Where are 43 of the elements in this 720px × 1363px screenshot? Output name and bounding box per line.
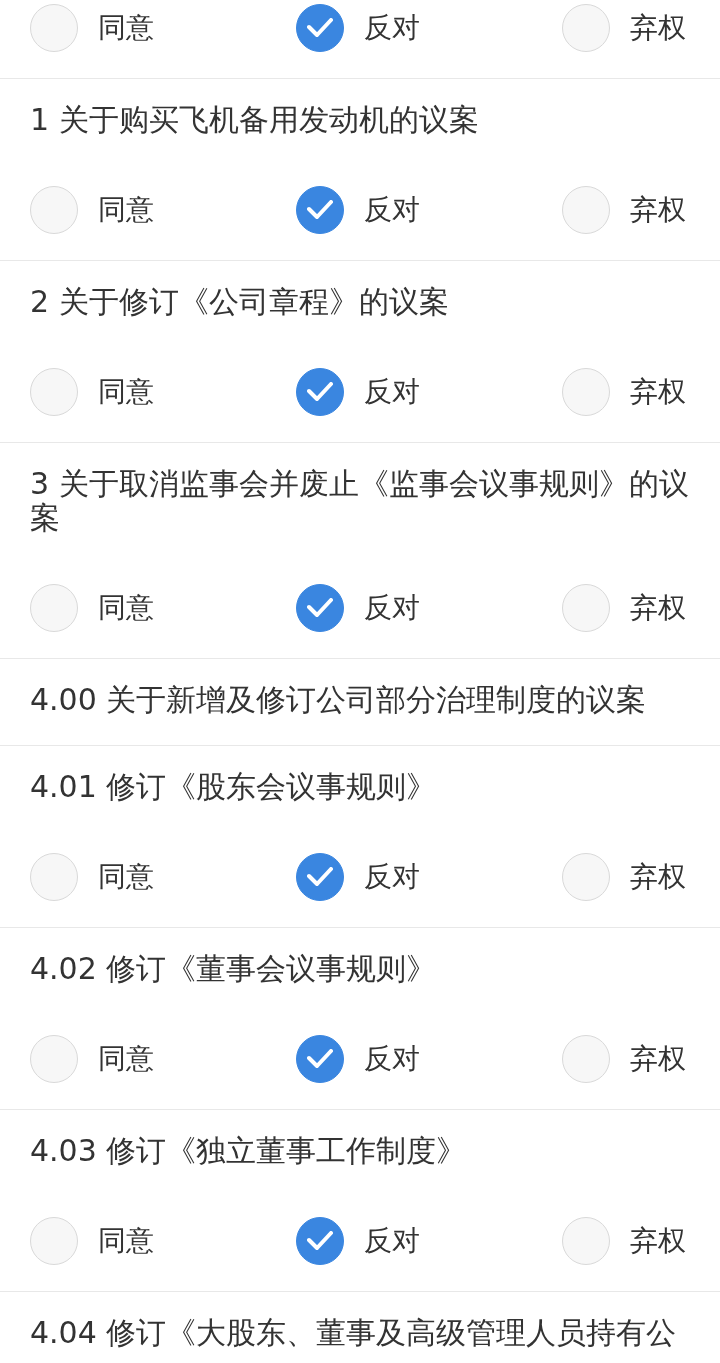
check-icon <box>307 867 333 887</box>
option-label[interactable]: 反对 <box>364 375 420 409</box>
motion-title: 4.03 修订《独立董事工作制度》 <box>29 1132 468 1170</box>
option-label[interactable]: 反对 <box>364 591 420 625</box>
motion-title: 3 关于取消监事会并废止《监事会议事规则》的议案 <box>29 465 690 537</box>
motion-title: 4.04 修订《大股东、董事及高级管理人员持有公 <box>29 1314 678 1352</box>
option-label[interactable]: 反对 <box>364 1224 420 1258</box>
option-label[interactable]: 反对 <box>364 1042 420 1076</box>
motion-title: 4.00 关于新增及修订公司部分治理制度的议案 <box>29 681 648 719</box>
option-label[interactable]: 同意 <box>98 860 154 894</box>
option-label[interactable]: 反对 <box>364 193 420 227</box>
option-label[interactable]: 同意 <box>98 1042 154 1076</box>
radio-button[interactable] <box>296 4 344 52</box>
radio-button[interactable] <box>296 368 344 416</box>
check-icon <box>307 18 333 38</box>
check-icon <box>307 1049 333 1069</box>
radio-button[interactable] <box>296 584 344 632</box>
motion-title: 4.02 修订《董事会议事规则》 <box>29 950 438 988</box>
option-label[interactable]: 反对 <box>364 860 420 894</box>
option-label[interactable]: 同意 <box>98 193 154 227</box>
check-icon <box>307 598 333 618</box>
option-label[interactable]: 弃权 <box>630 375 686 409</box>
option-label[interactable]: 同意 <box>98 1224 154 1258</box>
radio-button[interactable] <box>296 853 344 901</box>
option-label[interactable]: 同意 <box>98 11 154 45</box>
option-label[interactable]: 弃权 <box>630 1224 686 1258</box>
option-label[interactable]: 同意 <box>98 375 154 409</box>
check-icon <box>307 1231 333 1251</box>
option-label[interactable]: 弃权 <box>630 11 686 45</box>
option-label[interactable]: 弃权 <box>630 193 686 227</box>
option-label[interactable]: 弃权 <box>630 860 686 894</box>
motion-title: 4.01 修订《股东会议事规则》 <box>29 768 438 806</box>
motion-title: 2 关于修订《公司章程》的议案 <box>29 283 450 321</box>
check-icon <box>307 200 333 220</box>
option-label[interactable]: 弃权 <box>630 591 686 625</box>
check-icon <box>307 382 333 402</box>
motion-title: 1 关于购买飞机备用发动机的议案 <box>29 101 480 139</box>
radio-button[interactable] <box>296 1217 344 1265</box>
option-label[interactable]: 弃权 <box>630 1042 686 1076</box>
radio-button[interactable] <box>296 186 344 234</box>
radio-button[interactable] <box>296 1035 344 1083</box>
option-label[interactable]: 反对 <box>364 11 420 45</box>
option-label[interactable]: 同意 <box>98 591 154 625</box>
